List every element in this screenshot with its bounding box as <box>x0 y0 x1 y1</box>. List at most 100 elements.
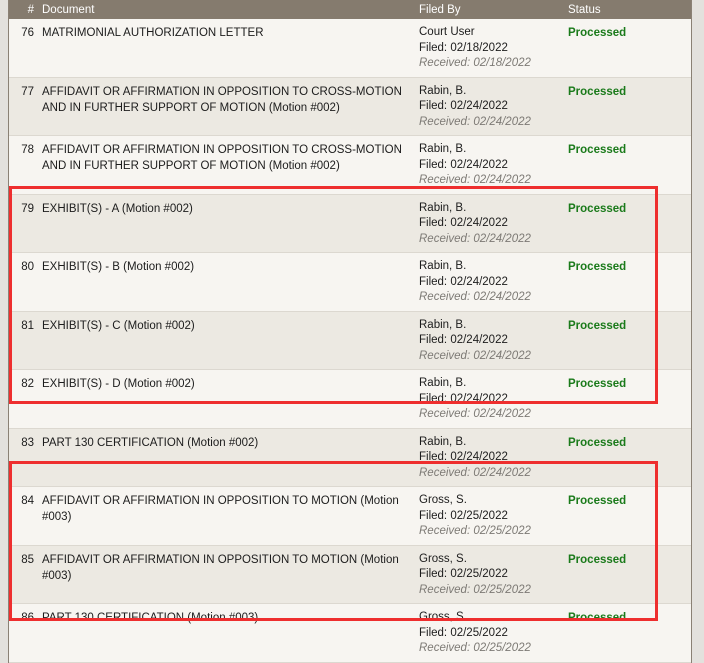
row-number: 86 <box>21 612 34 624</box>
row-number: 78 <box>21 144 34 156</box>
filed-by-cell: Rabin, B. Filed: 02/24/2022 Received: 02/2… <box>419 259 568 306</box>
document-title: MATRIMONIAL AUTHORIZATION LETTER <box>42 27 264 39</box>
filed-by-cell: Rabin, B. Filed: 02/24/2022 Received: 02/2… <box>419 142 568 189</box>
table-row[interactable]: 78 AFFIDAVIT OR AFFIRMATION IN OPPOSITION… <box>9 136 691 195</box>
filing-party: Rabin, B. <box>419 260 467 272</box>
received-date: Received: 02/24/2022 <box>419 115 531 128</box>
filed-by-cell: Gross, S. Filed: 02/25/2022 Received: 02/2… <box>419 610 568 657</box>
filed-date: Filed: 02/24/2022 <box>419 158 508 171</box>
filing-party: Gross, S. <box>419 552 467 565</box>
row-number: 76 <box>21 27 34 39</box>
received-date: Received: 02/24/2022 <box>419 466 531 479</box>
filing-party: Gross, S. <box>419 611 467 623</box>
status-badge: Processed <box>568 436 627 449</box>
status-badge: Processed <box>568 495 627 507</box>
document-title: AFFIDAVIT OR AFFIRMATION IN OPPOSITION T… <box>42 495 399 523</box>
received-date: Received: 02/24/2022 <box>419 174 531 186</box>
column-header-document: Document <box>42 3 95 16</box>
filed-date: Filed: 02/24/2022 <box>419 392 508 405</box>
document-title: EXHIBIT(S) - D (Motion #002) <box>42 378 195 390</box>
filed-date: Filed: 02/18/2022 <box>419 41 508 54</box>
filed-by-cell: Court User Filed: 02/18/2022 Received: 02/… <box>419 25 568 72</box>
filed-by-cell: Rabin, B. Filed: 02/24/2022 Received: 02/2… <box>419 435 568 482</box>
filing-party: Rabin, B. <box>419 84 467 97</box>
filed-date: Filed: 02/24/2022 <box>419 451 508 463</box>
table-row[interactable]: 77 AFFIDAVIT OR AFFIRMATION IN OPPOSITION… <box>9 77 691 136</box>
filed-date: Filed: 02/24/2022 <box>419 275 508 288</box>
status-cell: Processed <box>568 318 691 334</box>
filed-by-cell: Gross, S. Filed: 02/25/2022 Received: 02/2… <box>419 493 568 540</box>
received-date: Received: 02/24/2022 <box>419 349 531 362</box>
table-row[interactable]: 80 EXHIBIT(S) - B (Motion #002) Rabin, B. F… <box>9 253 691 312</box>
received-date: Received: 02/24/2022 <box>419 291 531 303</box>
column-header-number: # <box>27 3 34 16</box>
filing-party: Rabin, B. <box>419 143 467 155</box>
status-badge: Processed <box>568 553 627 566</box>
status-cell: Processed <box>568 493 691 509</box>
table-header-row: # Document Filed By Status <box>9 0 691 19</box>
status-badge: Processed <box>568 27 627 39</box>
column-header-status: Status <box>568 3 601 16</box>
row-number: 81 <box>21 319 34 332</box>
filed-date: Filed: 02/24/2022 <box>419 217 508 229</box>
column-header-filed-by: Filed By <box>419 3 461 16</box>
docket-page: # Document Filed By Status 76 MATRIMONIAL… <box>0 0 704 663</box>
table-row[interactable]: 81 EXHIBIT(S) - C (Motion #002) Rabin, B. F… <box>9 311 691 370</box>
document-title: EXHIBIT(S) - C (Motion #002) <box>42 319 195 332</box>
received-date: Received: 02/24/2022 <box>419 232 531 245</box>
received-date: Received: 02/25/2022 <box>419 525 531 537</box>
status-badge: Processed <box>568 202 627 215</box>
status-cell: Processed <box>568 435 691 451</box>
received-date: Received: 02/25/2022 <box>419 642 531 654</box>
table-row[interactable]: 84 AFFIDAVIT OR AFFIRMATION IN OPPOSITION… <box>9 487 691 546</box>
filing-party: Rabin, B. <box>419 201 467 214</box>
table-row[interactable]: 86 PART 130 CERTIFICATION (Motion #003) Gr… <box>9 604 691 663</box>
table-row[interactable]: 82 EXHIBIT(S) - D (Motion #002) Rabin, B. F… <box>9 370 691 429</box>
status-badge: Processed <box>568 85 627 98</box>
status-badge: Processed <box>568 144 627 156</box>
received-date: Received: 02/24/2022 <box>419 408 531 420</box>
status-cell: Processed <box>568 376 691 392</box>
row-number: 77 <box>21 85 34 98</box>
status-cell: Processed <box>568 25 691 41</box>
row-number: 79 <box>21 202 34 215</box>
table-row[interactable]: 85 AFFIDAVIT OR AFFIRMATION IN OPPOSITION… <box>9 545 691 604</box>
row-number: 85 <box>21 553 34 566</box>
table-row[interactable]: 76 MATRIMONIAL AUTHORIZATION LETTER Court … <box>9 19 691 78</box>
filed-by-cell: Rabin, B. Filed: 02/24/2022 Received: 02/2… <box>419 201 568 248</box>
status-cell: Processed <box>568 84 691 100</box>
row-number: 80 <box>21 261 34 273</box>
filing-party: Gross, S. <box>419 494 467 506</box>
document-title: AFFIDAVIT OR AFFIRMATION IN OPPOSITION T… <box>42 144 402 172</box>
status-cell: Processed <box>568 610 691 626</box>
received-date: Received: 02/18/2022 <box>419 57 531 69</box>
status-badge: Processed <box>568 319 627 332</box>
table-row[interactable]: 83 PART 130 CERTIFICATION (Motion #002) Ra… <box>9 428 691 487</box>
filed-date: Filed: 02/25/2022 <box>419 509 508 522</box>
document-title: PART 130 CERTIFICATION (Motion #003) <box>42 612 259 624</box>
filed-date: Filed: 02/25/2022 <box>419 568 508 580</box>
filed-by-cell: Rabin, B. Filed: 02/24/2022 Received: 02/2… <box>419 84 568 131</box>
status-badge: Processed <box>568 261 627 273</box>
docket-rows: 76 MATRIMONIAL AUTHORIZATION LETTER Court … <box>9 19 691 663</box>
docket-table: # Document Filed By Status 76 MATRIMONIAL… <box>8 0 692 663</box>
filed-by-cell: Gross, S. Filed: 02/25/2022 Received: 02/2… <box>419 552 568 599</box>
status-cell: Processed <box>568 142 691 158</box>
filed-date: Filed: 02/24/2022 <box>419 334 508 346</box>
document-title: AFFIDAVIT OR AFFIRMATION IN OPPOSITION T… <box>42 553 399 582</box>
filing-party: Rabin, B. <box>419 377 467 389</box>
row-number: 84 <box>21 495 34 507</box>
filing-party: Rabin, B. <box>419 435 467 448</box>
row-number: 83 <box>21 436 34 449</box>
filed-date: Filed: 02/24/2022 <box>419 100 508 112</box>
filing-party: Rabin, B. <box>419 318 467 331</box>
filed-by-cell: Rabin, B. Filed: 02/24/2022 Received: 02/2… <box>419 318 568 365</box>
table-row[interactable]: 79 EXHIBIT(S) - A (Motion #002) Rabin, B. F… <box>9 194 691 253</box>
document-title: AFFIDAVIT OR AFFIRMATION IN OPPOSITION T… <box>42 85 402 114</box>
filed-date: Filed: 02/25/2022 <box>419 626 508 639</box>
status-badge: Processed <box>568 612 627 624</box>
status-cell: Processed <box>568 201 691 217</box>
document-title: EXHIBIT(S) - A (Motion #002) <box>42 202 193 215</box>
status-badge: Processed <box>568 378 627 390</box>
document-title: PART 130 CERTIFICATION (Motion #002) <box>42 436 259 449</box>
